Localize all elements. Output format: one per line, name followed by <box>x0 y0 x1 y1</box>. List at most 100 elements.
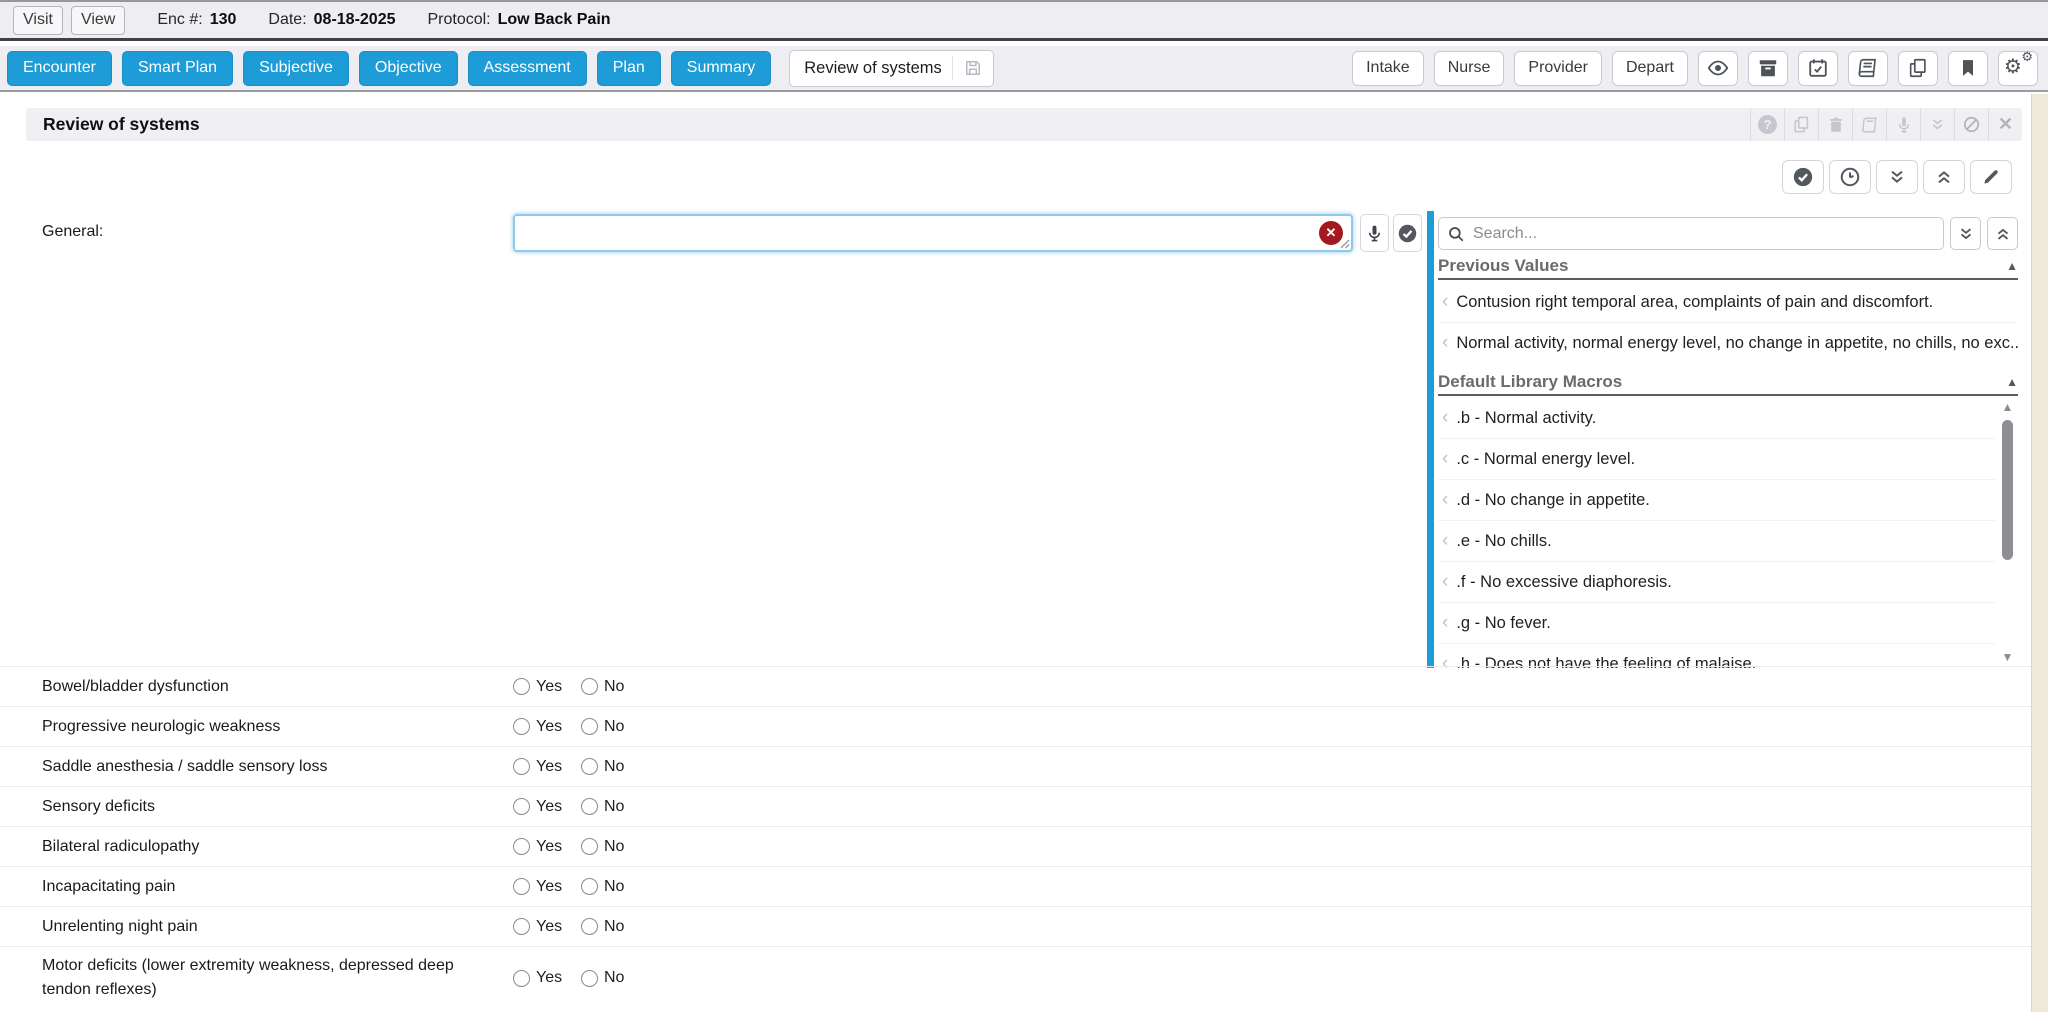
previous-values-header[interactable]: Previous Values ▲ <box>1438 253 2018 280</box>
macro-item[interactable]: ‹ .d - No change in appetite. <box>1438 480 1996 521</box>
copy-icon-button[interactable] <box>1898 51 1938 86</box>
nav-plan[interactable]: Plan <box>597 51 661 86</box>
pencil-button[interactable] <box>1970 160 2012 194</box>
radio-circle[interactable] <box>581 798 598 815</box>
macro-text: .f - No excessive diaphoresis. <box>1456 573 1672 592</box>
radio-yes-label: Yes <box>536 718 562 736</box>
radio-yes[interactable]: Yes <box>513 798 581 816</box>
tab-review-of-systems[interactable]: Review of systems <box>789 50 994 87</box>
radio-circle[interactable] <box>513 758 530 775</box>
radio-no[interactable]: No <box>581 798 649 816</box>
radio-no[interactable]: No <box>581 838 649 856</box>
book-icon-button[interactable] <box>1848 51 1888 86</box>
macro-item[interactable]: ‹ .e - No chills. <box>1438 521 1996 562</box>
radio-yes[interactable]: Yes <box>513 678 581 696</box>
radio-no[interactable]: No <box>581 878 649 896</box>
radio-circle[interactable] <box>513 798 530 815</box>
scrollbar-thumb[interactable] <box>2002 420 2013 560</box>
general-input[interactable] <box>519 218 1309 246</box>
help-icon[interactable]: ? <box>1750 108 1784 141</box>
nav-encounter[interactable]: Encounter <box>7 51 112 86</box>
resize-handle[interactable] <box>1339 238 1350 249</box>
radio-yes[interactable]: Yes <box>513 878 581 896</box>
nav-objective[interactable]: Objective <box>359 51 458 86</box>
macros-scrollbar[interactable]: ▲ ▼ <box>2000 398 2015 668</box>
scroll-down-icon[interactable]: ▼ <box>2000 650 2015 664</box>
macro-item[interactable]: ‹ .c - Normal energy level. <box>1438 439 1996 480</box>
confirm-button[interactable] <box>1393 214 1422 252</box>
main-content: Review of systems ? <box>0 94 2031 1012</box>
book-icon[interactable] <box>1852 108 1886 141</box>
search-box[interactable] <box>1438 217 1944 250</box>
radio-no[interactable]: No <box>581 918 649 936</box>
depart-button[interactable]: Depart <box>1612 51 1688 86</box>
page-scrollbar-track[interactable] <box>2031 94 2048 1012</box>
radio-circle[interactable] <box>513 838 530 855</box>
radio-yes[interactable]: Yes <box>513 718 581 736</box>
check-circle-button[interactable] <box>1782 160 1824 194</box>
trash-icon[interactable] <box>1818 108 1852 141</box>
nav-summary[interactable]: Summary <box>671 51 771 86</box>
bookmark-icon-button[interactable] <box>1948 51 1988 86</box>
radio-yes[interactable]: Yes <box>513 969 581 987</box>
collapse-all-button[interactable] <box>1987 217 2018 250</box>
radio-yes[interactable]: Yes <box>513 918 581 936</box>
nav-subjective[interactable]: Subjective <box>243 51 349 86</box>
expand-all-button[interactable] <box>1950 217 1981 250</box>
save-icon[interactable] <box>963 58 983 78</box>
scroll-up-icon[interactable]: ▲ <box>2000 400 2015 414</box>
triangle-up-icon[interactable]: ▲ <box>2006 375 2018 389</box>
calendar-check-icon-button[interactable] <box>1798 51 1838 86</box>
radio-no[interactable]: No <box>581 969 649 987</box>
macro-item[interactable]: ‹ .h - Does not have the feeling of mala… <box>1438 644 1996 668</box>
macro-item[interactable]: ‹ .b - Normal activity. <box>1438 398 1996 439</box>
radio-circle[interactable] <box>581 758 598 775</box>
radio-yes[interactable]: Yes <box>513 758 581 776</box>
enc-label: Enc #: <box>157 11 202 29</box>
radio-no[interactable]: No <box>581 758 649 776</box>
radio-circle[interactable] <box>513 678 530 695</box>
radio-circle[interactable] <box>513 878 530 895</box>
eye-icon-button[interactable] <box>1698 51 1738 86</box>
radio-circle[interactable] <box>581 918 598 935</box>
radio-circle[interactable] <box>581 970 598 987</box>
previous-value-item[interactable]: ‹ Normal activity, normal energy level, … <box>1438 323 2018 364</box>
close-icon[interactable]: ✕ <box>1988 108 2022 141</box>
clock-button[interactable] <box>1829 160 1871 194</box>
radio-no[interactable]: No <box>581 678 649 696</box>
radio-no[interactable]: No <box>581 718 649 736</box>
visit-button[interactable]: Visit <box>13 6 63 35</box>
intake-button[interactable]: Intake <box>1352 51 1424 86</box>
cancel-icon[interactable] <box>1954 108 1988 141</box>
nav-assessment[interactable]: Assessment <box>468 51 587 86</box>
triangle-up-icon[interactable]: ▲ <box>2006 259 2018 273</box>
radio-circle[interactable] <box>581 718 598 735</box>
radio-circle[interactable] <box>581 838 598 855</box>
radio-yes[interactable]: Yes <box>513 838 581 856</box>
previous-value-item[interactable]: ‹ Contusion right temporal area, complai… <box>1438 282 2018 323</box>
double-chevron-down-button[interactable] <box>1876 160 1918 194</box>
radio-circle[interactable] <box>513 918 530 935</box>
double-chevron-up-button[interactable] <box>1923 160 1965 194</box>
provider-button[interactable]: Provider <box>1514 51 1602 86</box>
search-input[interactable] <box>1471 224 1935 244</box>
macros-header[interactable]: Default Library Macros ▲ <box>1438 369 2018 396</box>
microphone-icon[interactable] <box>1886 108 1920 141</box>
radio-circle[interactable] <box>581 678 598 695</box>
action-row <box>1782 160 2012 194</box>
microphone-button[interactable] <box>1360 214 1389 252</box>
nurse-button[interactable]: Nurse <box>1434 51 1505 86</box>
gears-icon-button[interactable]: ⚙⚙ <box>1998 51 2038 86</box>
macro-item[interactable]: ‹ .f - No excessive diaphoresis. <box>1438 562 1996 603</box>
radio-circle[interactable] <box>513 970 530 987</box>
double-chevron-down-icon[interactable] <box>1920 108 1954 141</box>
archive-icon-button[interactable] <box>1748 51 1788 86</box>
panel-accent-bar <box>1427 211 1434 668</box>
radio-circle[interactable] <box>581 878 598 895</box>
radio-circle[interactable] <box>513 718 530 735</box>
view-button[interactable]: View <box>71 6 125 35</box>
nav-smart-plan[interactable]: Smart Plan <box>122 51 233 86</box>
macro-item[interactable]: ‹ .g - No fever. <box>1438 603 1996 644</box>
copy-icon[interactable] <box>1784 108 1818 141</box>
search-row <box>1438 217 2018 250</box>
